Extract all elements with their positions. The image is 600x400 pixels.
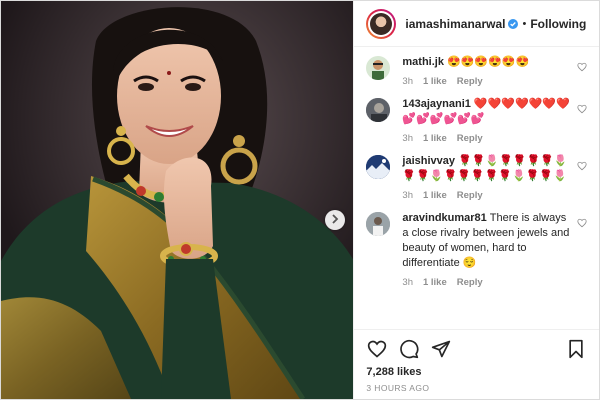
commenter-avatar[interactable] xyxy=(366,56,391,80)
reply-button[interactable]: Reply xyxy=(457,190,483,201)
author-username[interactable]: iamashimanarwal xyxy=(405,17,505,31)
comment-text: 😍😍😍😍😍😍 xyxy=(446,56,530,68)
like-comment-heart-icon[interactable] xyxy=(577,215,587,228)
comments-list: mathi.jk 😍😍😍😍😍😍 3h 1 like Reply 143ajayn… xyxy=(354,47,599,329)
following-button[interactable]: Following xyxy=(530,17,586,31)
comment-likes[interactable]: 1 like xyxy=(423,133,447,144)
comment-username[interactable]: jaishivvay xyxy=(402,155,455,167)
comment-item: 143ajaynani1 ❤️❤️❤️❤️❤️❤️❤️💕💕💕💕💕💕 3h 1 li… xyxy=(366,97,587,144)
like-comment-heart-icon[interactable] xyxy=(577,101,587,114)
post-timestamp[interactable]: 3 hours ago xyxy=(366,383,587,393)
header-separator: • xyxy=(522,17,527,30)
reply-button[interactable]: Reply xyxy=(457,76,483,87)
author-avatar[interactable] xyxy=(366,8,397,39)
comment-item: aravindkumar81 There is always a close ri… xyxy=(366,211,587,288)
like-comment-heart-icon[interactable] xyxy=(577,59,587,72)
post-photo[interactable] xyxy=(1,1,354,399)
commenter-avatar[interactable] xyxy=(366,212,391,236)
chevron-right-icon xyxy=(331,211,339,229)
comment-likes[interactable]: 1 like xyxy=(423,277,447,288)
commenter-avatar[interactable] xyxy=(366,98,391,122)
comment-icon[interactable] xyxy=(398,338,420,360)
comment-time: 3h xyxy=(402,76,413,87)
instagram-post: iamashimanarwal • Following mathi.jk 😍😍😍😍… xyxy=(0,0,600,400)
comment-likes[interactable]: 1 like xyxy=(423,76,447,87)
comment-item: mathi.jk 😍😍😍😍😍😍 3h 1 like Reply xyxy=(366,55,587,87)
like-count[interactable]: 7,288 likes xyxy=(366,366,587,378)
comment-username[interactable]: aravindkumar81 xyxy=(402,212,486,224)
portrait-illustration xyxy=(1,1,354,399)
comment-time: 3h xyxy=(402,190,413,201)
post-side-panel: iamashimanarwal • Following mathi.jk 😍😍😍😍… xyxy=(353,1,599,399)
verified-badge-icon xyxy=(508,18,519,29)
post-header: iamashimanarwal • Following xyxy=(354,1,599,47)
action-icon-row xyxy=(366,336,587,362)
share-icon[interactable] xyxy=(430,338,452,360)
comment-item: jaishivvay 🌹🌹🌷🌹🌹🌹🌹🌷🌹🌹🌷🌹🌹🌹🌹🌹🌷🌹🌹🌷 3h 1 like… xyxy=(366,154,587,201)
comment-likes[interactable]: 1 like xyxy=(423,190,447,201)
like-comment-heart-icon[interactable] xyxy=(577,158,587,171)
comment-time: 3h xyxy=(402,133,413,144)
commenter-avatar[interactable] xyxy=(366,155,391,179)
reply-button[interactable]: Reply xyxy=(457,133,483,144)
heart-icon[interactable] xyxy=(366,338,388,360)
post-actions: 7,288 likes 3 hours ago xyxy=(354,329,599,399)
comment-username[interactable]: 143ajaynani1 xyxy=(402,98,471,110)
comment-username[interactable]: mathi.jk xyxy=(402,56,444,68)
bookmark-icon[interactable] xyxy=(565,338,587,360)
reply-button[interactable]: Reply xyxy=(457,277,483,288)
comment-time: 3h xyxy=(402,277,413,288)
